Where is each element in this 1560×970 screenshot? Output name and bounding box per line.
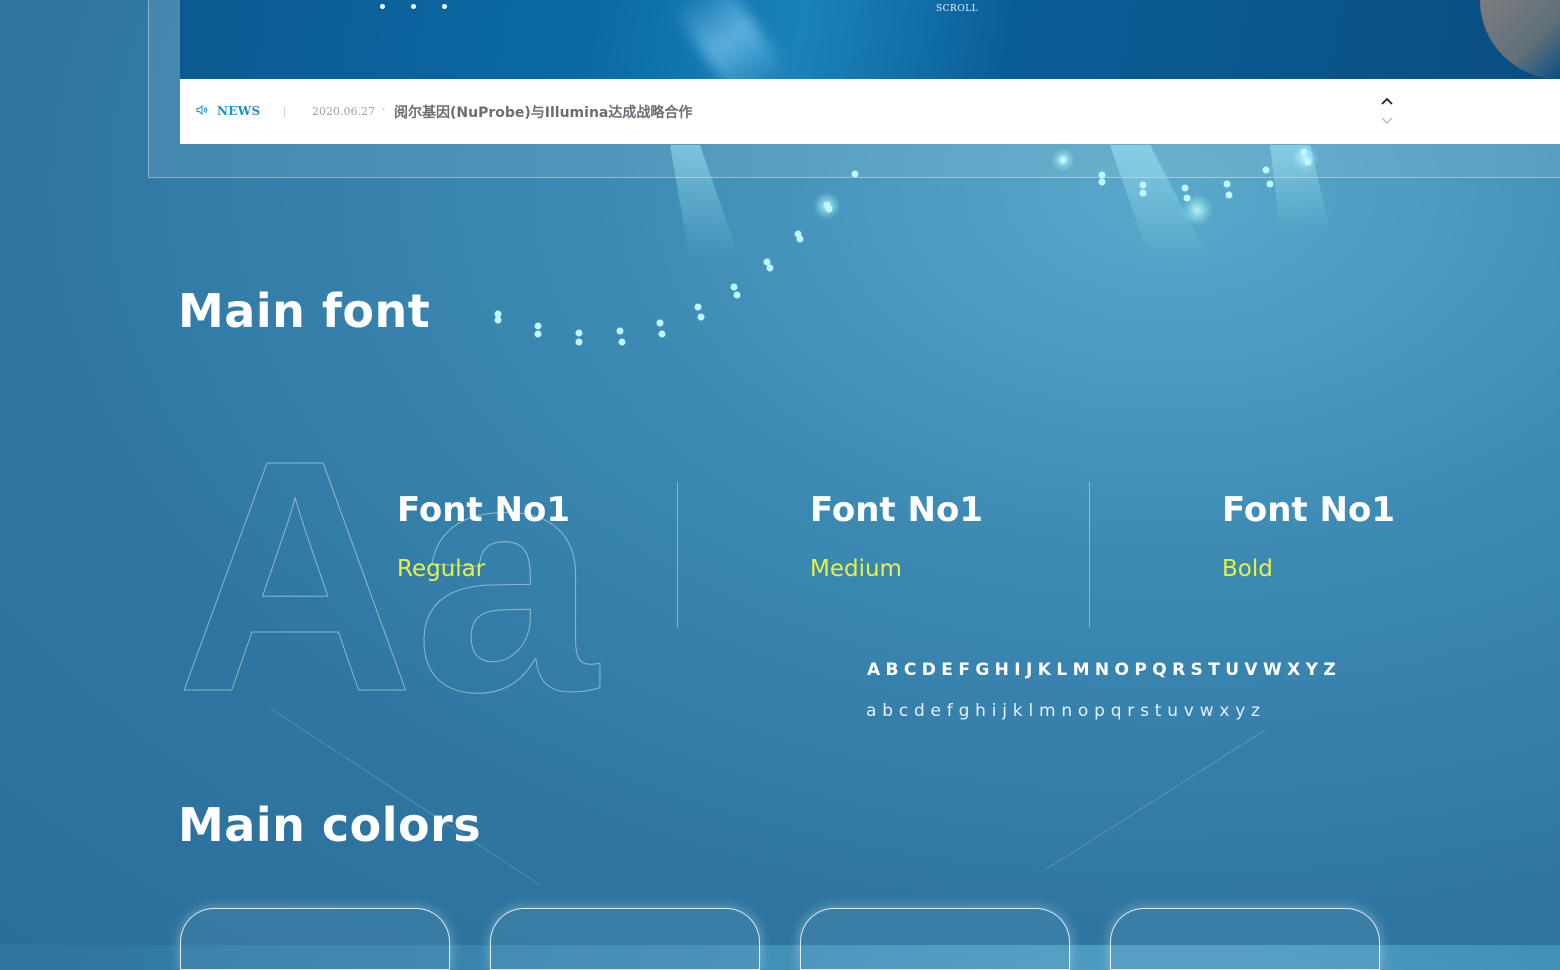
news-ticker: NEWS 2020.06.27 · 阅尔基因(NuProbe)与Illumina… bbox=[180, 79, 1560, 144]
alphabet-lowercase: abcdefghijklmnopqrstuvwxyz bbox=[866, 701, 1266, 721]
news-label[interactable]: NEWS bbox=[217, 104, 260, 118]
news-headline-link[interactable]: 阅尔基因(NuProbe)与Illumina达成战略合作 bbox=[394, 102, 692, 122]
font-sample-bold: Font No1 Bold bbox=[1222, 490, 1395, 582]
news-date: 2020.06.27 bbox=[312, 105, 375, 118]
column-divider bbox=[677, 482, 678, 628]
pager-dot[interactable] bbox=[411, 4, 416, 9]
hero-pager-dots[interactable] bbox=[380, 4, 447, 9]
font-name: Font No1 bbox=[1222, 490, 1395, 530]
column-divider bbox=[1089, 482, 1090, 628]
news-divider bbox=[284, 106, 285, 118]
font-weight-label: Regular bbox=[397, 556, 486, 582]
color-swatch-card bbox=[490, 908, 760, 970]
hero-light-beam bbox=[671, 0, 789, 79]
font-sample-medium: Font No1 Medium bbox=[810, 490, 983, 582]
main-font-heading: Main font bbox=[178, 284, 431, 338]
font-name: Font No1 bbox=[810, 490, 983, 530]
scroll-indicator[interactable]: SCROLL bbox=[936, 4, 978, 14]
pager-dot[interactable] bbox=[380, 4, 385, 9]
color-swatch-card bbox=[1110, 908, 1380, 970]
font-name: Font No1 bbox=[397, 490, 570, 530]
color-swatch-card bbox=[800, 908, 1070, 970]
speaker-icon bbox=[196, 105, 207, 115]
alphabet-uppercase: ABCDEFGHIJKLMNOPQRSTUVWXYZ bbox=[867, 660, 1342, 680]
chevron-up-icon[interactable] bbox=[1380, 95, 1394, 107]
main-colors-heading: Main colors bbox=[178, 798, 482, 852]
hero-banner: SCROLL bbox=[180, 0, 1560, 79]
color-swatch-card bbox=[180, 908, 450, 970]
news-separator: · bbox=[382, 103, 386, 116]
font-sample-regular: Font No1 Regular bbox=[397, 490, 570, 582]
chevron-down-icon[interactable] bbox=[1380, 115, 1394, 127]
font-weight-label: Medium bbox=[810, 556, 902, 582]
pager-dot[interactable] bbox=[442, 4, 447, 9]
font-weight-label: Bold bbox=[1222, 556, 1273, 582]
hero-corner-decoration bbox=[1480, 0, 1560, 79]
